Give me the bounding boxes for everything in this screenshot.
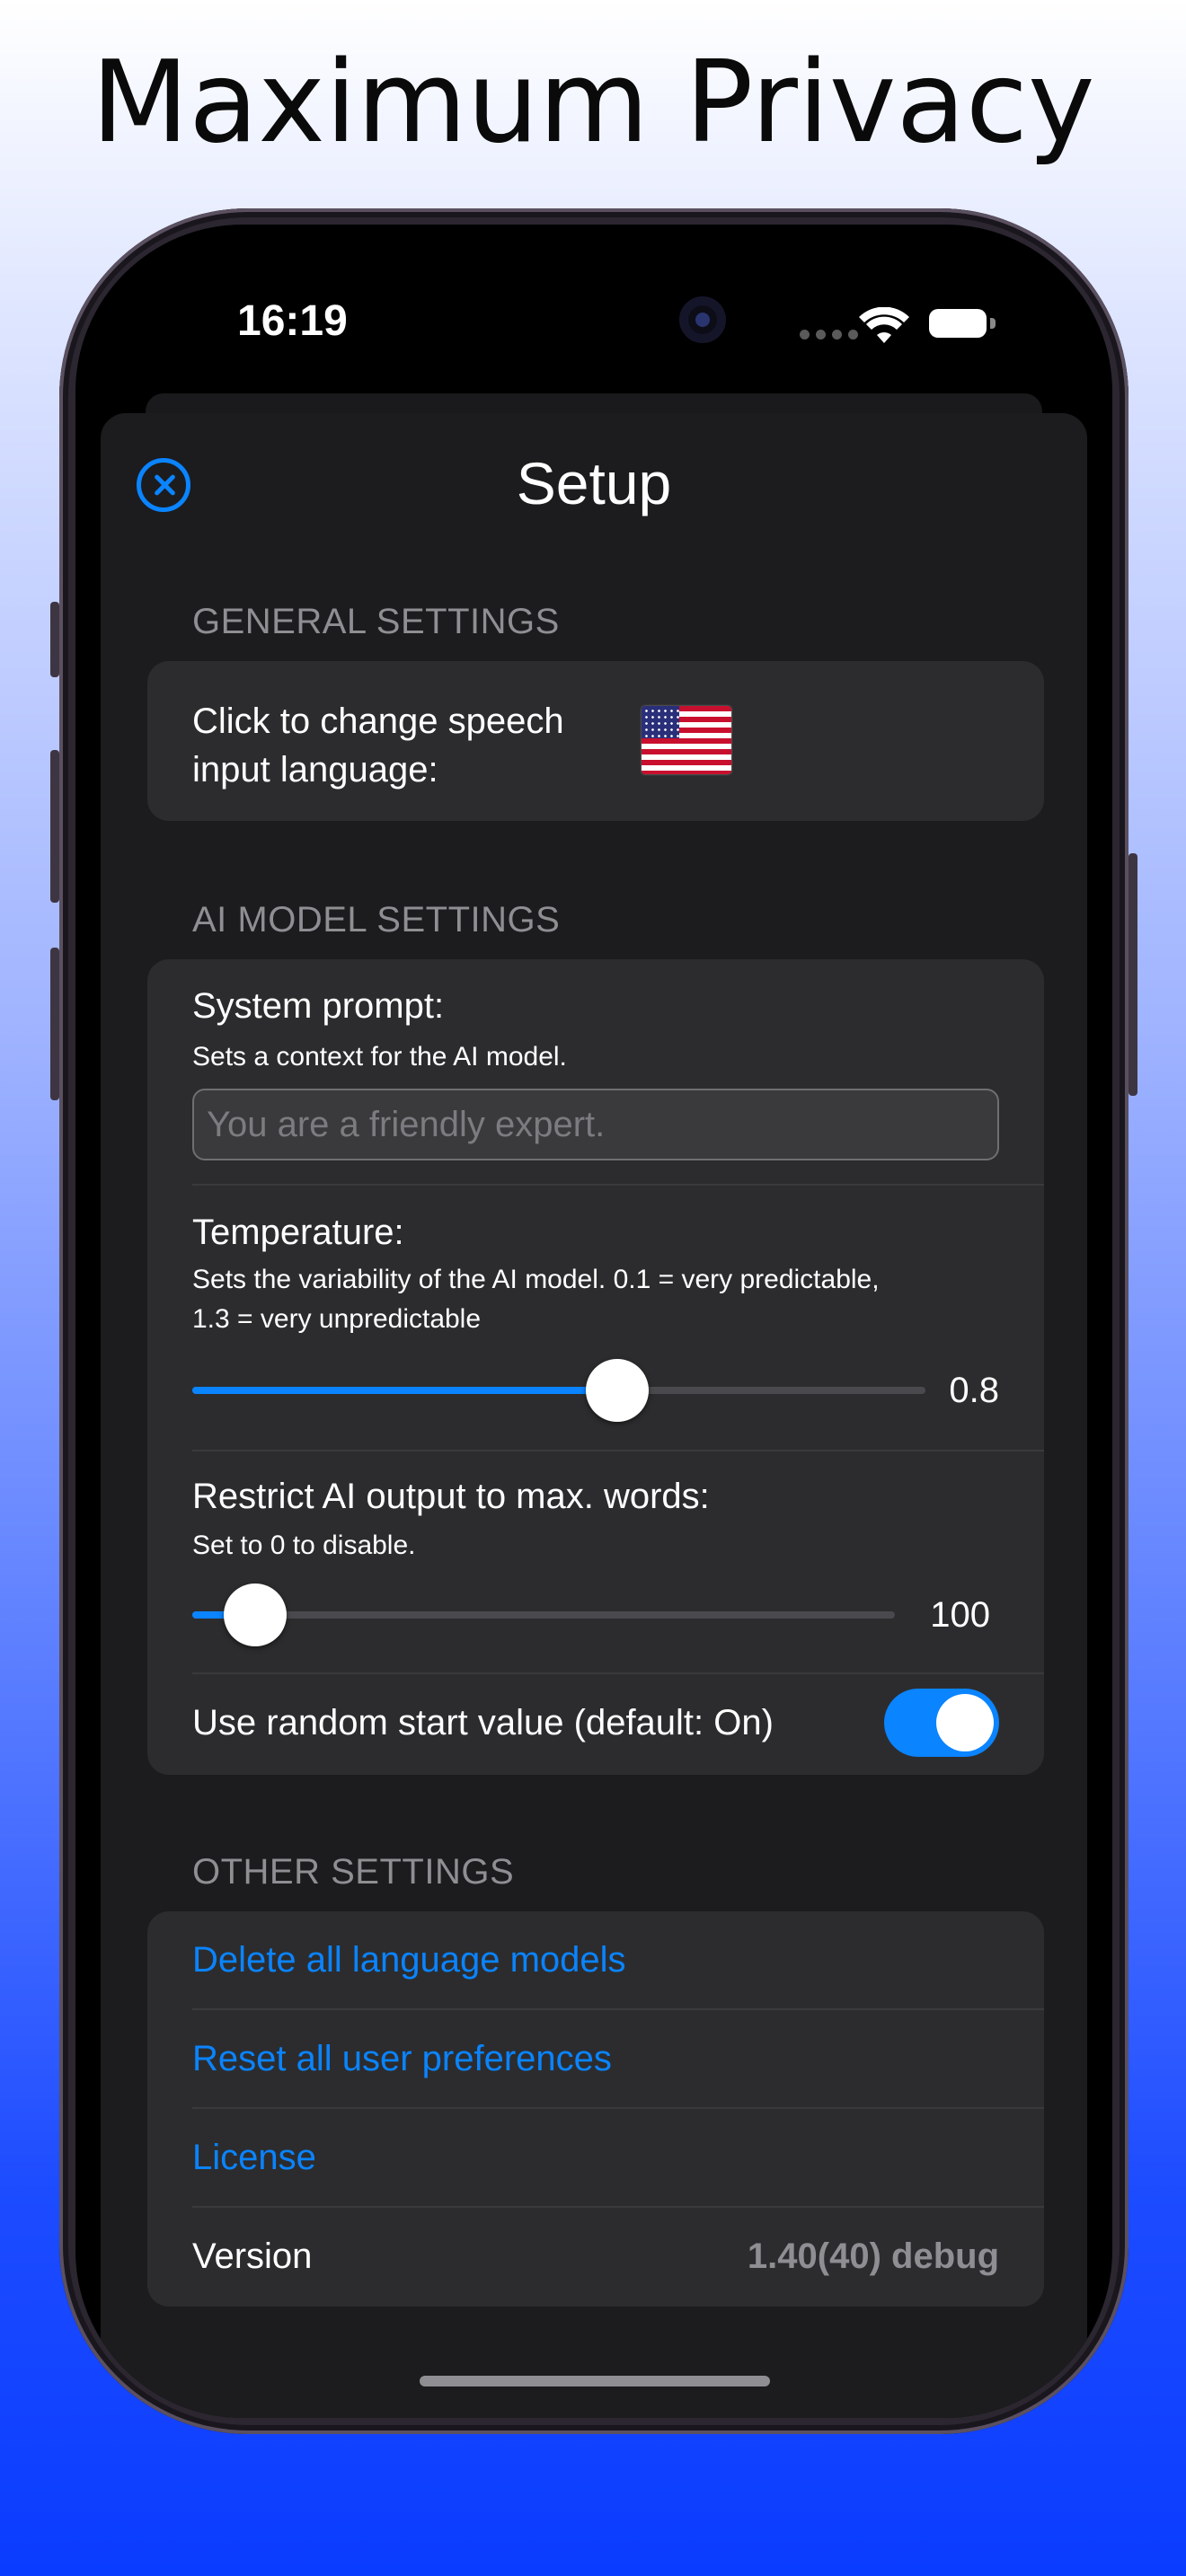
speech-language-label[interactable]: Click to change speech input language: — [192, 697, 564, 794]
wifi-icon — [859, 307, 909, 343]
camera-icon — [679, 296, 726, 343]
setup-sheet: Setup GENERAL SETTINGS Click to change s… — [101, 413, 1087, 2418]
divider — [192, 1450, 1044, 1451]
divider — [192, 2008, 1044, 2010]
ai-model-settings-header: AI MODEL SETTINGS — [192, 900, 561, 940]
toggle-thumb — [936, 1694, 994, 1751]
system-prompt-input[interactable]: You are a friendly expert. — [192, 1089, 999, 1160]
divider — [192, 1672, 1044, 1674]
max-words-slider-track[interactable] — [192, 1611, 895, 1619]
ai-model-settings-group: System prompt: Sets a context for the AI… — [147, 959, 1044, 1775]
license-link[interactable]: License — [192, 2138, 316, 2178]
speech-label-line2: input language: — [192, 750, 438, 790]
signal-icon — [800, 330, 858, 340]
system-prompt-sub: Sets a context for the AI model. — [192, 1042, 567, 1072]
home-indicator — [420, 2376, 770, 2386]
battery-tip — [990, 318, 996, 329]
max-words-sub: Set to 0 to disable. — [192, 1531, 416, 1560]
volume-down-button — [50, 948, 59, 1100]
temperature-value: 0.8 — [949, 1371, 999, 1410]
divider — [192, 2107, 1044, 2109]
max-words-slider-knob[interactable] — [224, 1584, 288, 1646]
action-button — [50, 602, 59, 677]
reset-preferences-link[interactable]: Reset all user preferences — [192, 2039, 612, 2079]
divider — [192, 2206, 1044, 2208]
us-flag-icon[interactable] — [642, 706, 731, 774]
power-button — [1128, 853, 1137, 1096]
system-prompt-label: System prompt: — [192, 986, 445, 1026]
sheet-title: Setup — [516, 450, 672, 516]
other-settings-header: OTHER SETTINGS — [192, 1852, 515, 1892]
temperature-label: Temperature: — [192, 1213, 404, 1252]
temperature-slider-knob[interactable] — [586, 1359, 650, 1422]
battery-icon — [929, 309, 987, 338]
random-start-label: Use random start value (default: On) — [192, 1703, 774, 1742]
temperature-sub-line1: Sets the variability of the AI model. 0.… — [192, 1265, 880, 1294]
headline: Maximum Privacy — [91, 36, 1095, 168]
temperature-sub-line2: 1.3 = very unpredictable — [192, 1304, 482, 1334]
random-start-toggle[interactable] — [884, 1689, 999, 1757]
delete-models-link[interactable]: Delete all language models — [192, 1940, 626, 1981]
status-time: 16:19 — [237, 297, 348, 345]
general-settings-group: Click to change speech input language: — [147, 661, 1044, 821]
volume-up-button — [50, 750, 59, 903]
divider — [192, 1184, 1044, 1186]
version-label: Version — [192, 2236, 313, 2276]
general-settings-header: GENERAL SETTINGS — [192, 602, 560, 641]
phone-screen: 16:19 Setup GENERAL SETTINGS Click to ch… — [75, 225, 1112, 2418]
temperature-slider-fill — [192, 1387, 618, 1394]
max-words-value: 100 — [930, 1595, 990, 1635]
other-settings-group: Delete all language models Reset all use… — [147, 1911, 1044, 2307]
speech-label-line1: Click to change speech — [192, 701, 564, 741]
version-value: 1.40(40) debug — [747, 2236, 999, 2276]
max-words-label: Restrict AI output to max. words: — [192, 1477, 710, 1516]
